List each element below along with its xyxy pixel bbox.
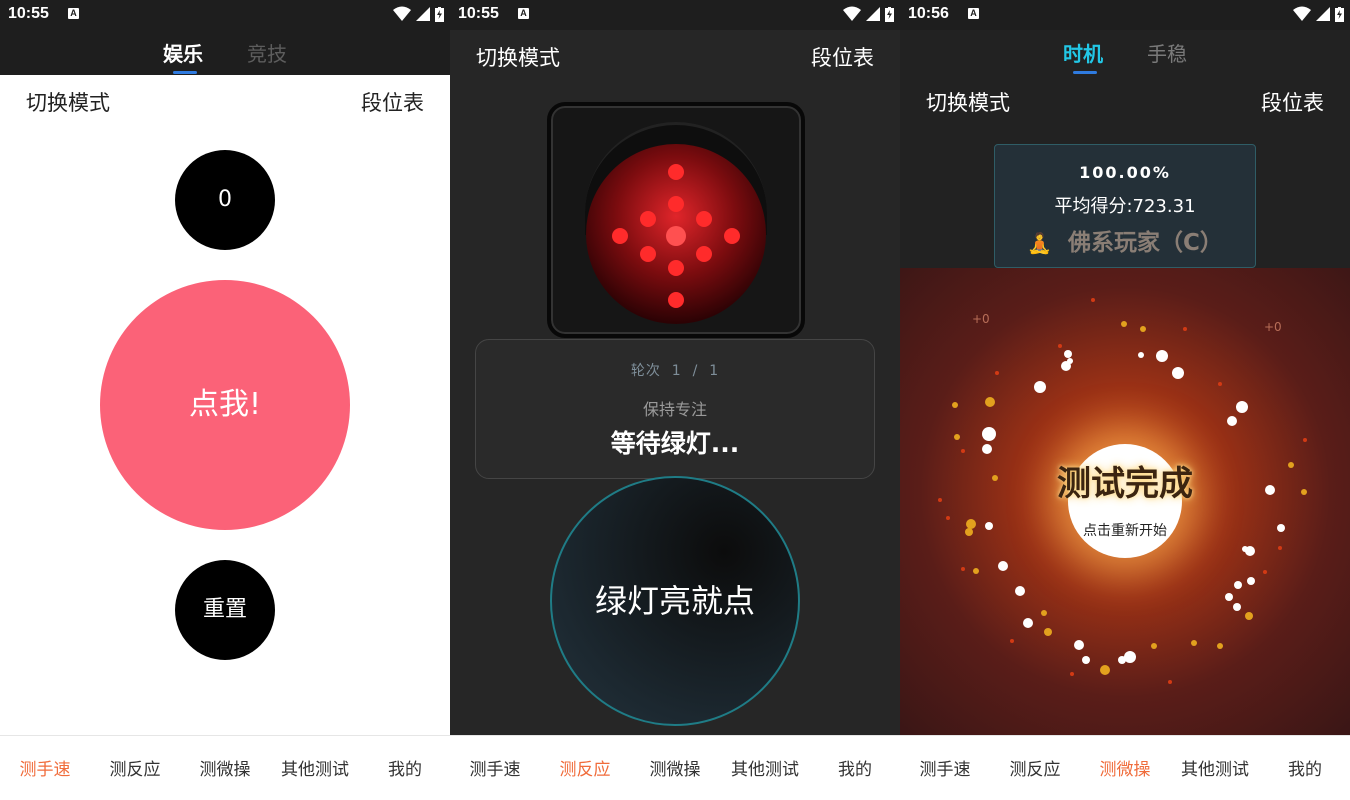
accuracy-value: 100.00% [1079, 163, 1171, 182]
wifi-icon [1293, 6, 1311, 21]
content-area: 切换模式 段位表 0 点我! 重置 [0, 75, 450, 735]
nav-reaction[interactable]: 测反应 [540, 736, 630, 800]
status-time: 10:55 [458, 5, 499, 22]
tab-competitive[interactable]: 竞技 [247, 38, 287, 67]
nav-micro[interactable]: 测微操 [1080, 736, 1170, 800]
keep-focus-label: 保持专注 [642, 400, 707, 419]
switch-mode-button[interactable]: 切换模式 [26, 87, 110, 117]
signal-icon [1316, 7, 1330, 21]
top-tab-bar: 娱乐 竞技 [0, 30, 450, 75]
battery-charging-icon [885, 6, 894, 22]
reset-button[interactable]: 重置 [175, 560, 275, 660]
status-bar: 10:55 A [0, 0, 450, 30]
screen-timing-test: 10:56 A 时机 手稳 切换模式 段位表 100.00% 平均得分:723.… [900, 0, 1350, 800]
bottom-nav: 测手速 测反应 测微操 其他测试 我的 [450, 735, 900, 800]
average-score: 平均得分:723.31 [1054, 196, 1196, 217]
rank-label: 佛系玩家（C） [1068, 230, 1223, 256]
signal-icon [866, 7, 880, 21]
tab-entertainment[interactable]: 娱乐 [163, 38, 203, 67]
battery-charging-icon [1335, 6, 1344, 22]
battery-charging-icon [435, 6, 444, 22]
reaction-button[interactable]: 绿灯亮就点 [550, 476, 800, 726]
nav-speed[interactable]: 测手速 [900, 736, 990, 800]
system-icons [393, 6, 444, 22]
nav-micro[interactable]: 测微操 [180, 736, 270, 800]
nav-speed[interactable]: 测手速 [450, 736, 540, 800]
screen-reaction-test: 10:55 A 切换模式 段位表 轮次 1 / 1 保持专注 等待绿灯... 绿… [450, 0, 900, 800]
bottom-nav: 测手速 测反应 测微操 其他测试 我的 [0, 735, 450, 800]
rank-table-button[interactable]: 段位表 [1261, 87, 1324, 117]
bottom-nav: 测手速 测反应 测微操 其他测试 我的 [900, 735, 1350, 800]
notification-a-icon: A [68, 8, 79, 19]
nav-other[interactable]: 其他测试 [270, 736, 360, 800]
rank-table-button[interactable]: 段位表 [811, 42, 874, 72]
notification-a-icon: A [968, 8, 979, 19]
system-icons [1293, 6, 1344, 22]
tab-steady-hand[interactable]: 手稳 [1147, 38, 1187, 67]
nav-reaction[interactable]: 测反应 [990, 736, 1080, 800]
traffic-light [547, 102, 805, 338]
tap-me-button[interactable]: 点我! [100, 280, 350, 530]
red-light-icon [586, 144, 766, 324]
rank-table-button[interactable]: 段位表 [361, 87, 424, 117]
system-icons [843, 6, 894, 22]
switch-mode-button[interactable]: 切换模式 [476, 42, 560, 72]
nav-mine[interactable]: 我的 [1260, 736, 1350, 800]
score-card: 100.00% 平均得分:723.31 🧘 佛系玩家（C） [994, 144, 1256, 268]
top-tab-bar: 时机 手稳 [900, 30, 1350, 75]
content-area: 切换模式 段位表 轮次 1 / 1 保持专注 等待绿灯... 绿灯亮就点 [450, 30, 900, 735]
screen-speed-test: 10:55 A 娱乐 竞技 切换模式 段位表 0 点我! 重置 测手速 测反应 … [0, 0, 450, 800]
round-info-card: 轮次 1 / 1 保持专注 等待绿灯... [475, 339, 875, 479]
nav-mine[interactable]: 我的 [360, 736, 450, 800]
restart-hint: 点击重新开始 [1083, 523, 1167, 539]
wifi-icon [843, 6, 861, 21]
meditation-icon: 🧘 [1027, 231, 1052, 255]
tab-timing[interactable]: 时机 [1063, 38, 1103, 67]
tab-indicator [1073, 71, 1097, 74]
nav-other[interactable]: 其他测试 [1170, 736, 1260, 800]
status-bar: 10:55 A [450, 0, 900, 30]
nav-other[interactable]: 其他测试 [720, 736, 810, 800]
status-time: 10:55 [8, 5, 49, 22]
nav-micro[interactable]: 测微操 [630, 736, 720, 800]
tab-indicator [173, 71, 197, 74]
waiting-status: 等待绿灯... [610, 429, 740, 458]
rank-label-row: 🧘 佛系玩家（C） [995, 223, 1255, 257]
nav-mine[interactable]: 我的 [810, 736, 900, 800]
round-counter: 轮次 1 / 1 [630, 363, 720, 379]
notification-a-icon: A [518, 8, 529, 19]
nav-reaction[interactable]: 测反应 [90, 736, 180, 800]
status-bar: 10:56 A [900, 0, 1350, 30]
nav-speed[interactable]: 测手速 [0, 736, 90, 800]
click-counter: 0 [175, 150, 275, 250]
result-canvas[interactable]: +0 +0 测试完成 点击重新开始 [900, 268, 1350, 735]
switch-mode-button[interactable]: 切换模式 [926, 87, 1010, 117]
signal-icon [416, 7, 430, 21]
wifi-icon [393, 6, 411, 21]
status-time: 10:56 [908, 5, 949, 22]
test-complete-title: 测试完成 [1057, 464, 1193, 504]
